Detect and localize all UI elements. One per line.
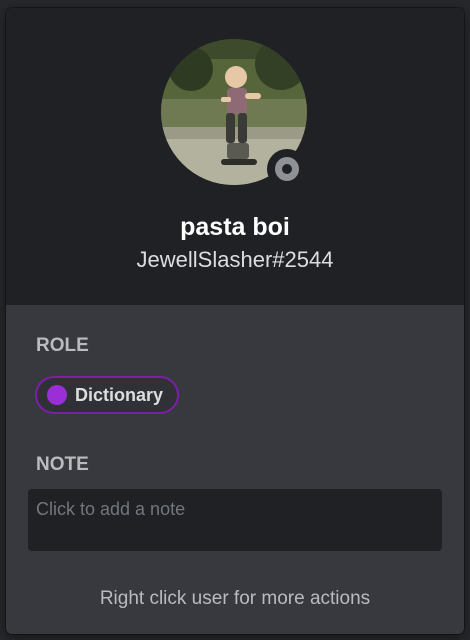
note-section-title: NOTE [36, 454, 89, 475]
role-section-title: ROLE [36, 335, 89, 356]
role-pill[interactable]: Dictionary [35, 376, 180, 414]
status-indicator [267, 149, 307, 189]
profile-header: pasta boi JewellSlasher#2544 [6, 8, 464, 305]
note-input[interactable] [28, 489, 442, 551]
more-actions-hint: Right click user for more actions [99, 588, 371, 609]
user-profile-popout: pasta boi JewellSlasher#2544 ROLE Dictio… [6, 8, 464, 634]
role-name: Dictionary [75, 385, 164, 405]
role-color-dot[interactable] [47, 385, 67, 405]
user-tag: JewellSlasher#2544 [136, 247, 334, 272]
display-name: pasta boi [180, 213, 290, 241]
avatar-container[interactable] [161, 39, 307, 189]
offline-status-icon [275, 157, 299, 181]
